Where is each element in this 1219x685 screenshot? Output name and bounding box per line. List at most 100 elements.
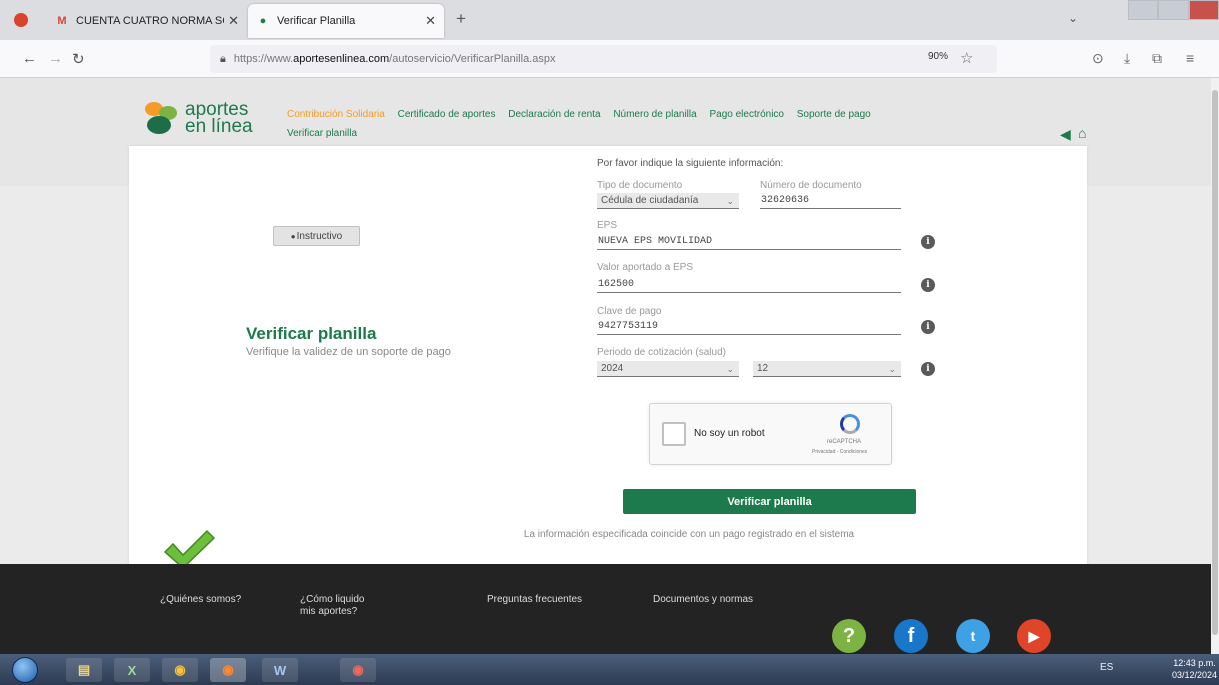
facebook-icon[interactable]: f (894, 619, 928, 653)
browser-nav-bar: ← → ↻ 🔒︎ https://www. aportesenlinea.com /… (0, 40, 1219, 78)
url-bar[interactable]: 🔒︎ https://www. aportesenlinea.com/autose… (210, 45, 997, 73)
gmail-icon: M (57, 15, 67, 27)
captcha-brand: reCAPTCHA (827, 439, 862, 445)
main-card: ● Instructivo Verificar planilla Verifiq… (129, 146, 1087, 598)
instructivo-label: Instructivo (296, 230, 343, 242)
firefox-icon[interactable] (14, 13, 28, 27)
periodo-year-select[interactable]: 2024 ⌄ (597, 361, 739, 377)
site-footer: ¿Quiénes somos? ¿Cómo liquido mis aporte… (0, 564, 1211, 654)
close-tab-icon[interactable]: ✕ (228, 13, 239, 29)
back-arrow-icon[interactable]: ← (22, 50, 37, 67)
doc-type-select[interactable]: Cédula de ciudadanía ⌄ (597, 193, 739, 209)
eps-field[interactable]: NUEVA EPS MOVILIDAD (597, 234, 901, 250)
extensions-icon[interactable]: ⧉ (1152, 50, 1162, 67)
new-tab-plus-icon[interactable]: + (456, 9, 466, 29)
chevron-down-icon: ⌄ (726, 364, 734, 374)
captcha-links[interactable]: Privacidad - Condiciones (812, 449, 867, 455)
clock-date: 03/12/2024 (1172, 670, 1218, 680)
logo-mark-icon (145, 100, 181, 136)
tab-verificar-planilla[interactable]: ● Verificar Planilla ✕ (248, 4, 444, 38)
info-icon[interactable]: i (921, 320, 935, 334)
chrome-profile-icon[interactable]: ◉ (340, 658, 376, 682)
pocket-icon[interactable]: ⊙ (1092, 50, 1104, 67)
captcha-checkbox[interactable] (662, 422, 686, 446)
url-path: /autoservicio/VerificarPlanilla.aspx (389, 53, 556, 65)
periodo-label: Periodo de cotización (salud) (597, 347, 726, 358)
eps-label: EPS (597, 220, 618, 231)
info-icon[interactable]: i (921, 362, 935, 376)
close-tab-icon[interactable]: ✕ (425, 13, 436, 29)
bookmark-star-icon[interactable]: ☆ (960, 49, 973, 67)
language-indicator[interactable]: ES (1100, 662, 1113, 673)
captcha-label: No soy un robot (694, 428, 765, 439)
valor-label: Valor aportado a EPS (597, 262, 693, 273)
nav-soporte-pago[interactable]: Soporte de pago (797, 109, 871, 120)
chrome-icon[interactable]: ◉ (162, 658, 198, 682)
zoom-level[interactable]: 90% (928, 51, 948, 62)
chevron-down-icon: ⌄ (726, 196, 734, 206)
clave-label: Clave de pago (597, 306, 662, 317)
verificar-planilla-button[interactable]: Verificar planilla (623, 489, 916, 514)
doc-type-label: Tipo de documento (597, 180, 683, 191)
start-button[interactable] (12, 657, 38, 683)
nav-numero-planilla[interactable]: Número de planilla (613, 109, 696, 120)
youtube-icon[interactable]: ▶ (1017, 619, 1051, 653)
lock-icon: 🔒︎ (220, 52, 226, 65)
page-title: Verificar planilla (246, 324, 377, 343)
clave-field[interactable]: 9427753119 (597, 319, 901, 335)
doc-number-field[interactable]: 32620636 (760, 193, 901, 209)
aportes-logo[interactable]: aportes en línea (145, 100, 253, 136)
home-icon[interactable]: ⌂ (1078, 125, 1086, 141)
nav-verificar-planilla[interactable]: Verificar planilla (287, 128, 357, 139)
footer-link-preguntas[interactable]: Preguntas frecuentes (487, 594, 582, 606)
clock[interactable]: 12:43 p.m. 03/12/2024 (1172, 657, 1217, 681)
nav-certificado-aportes[interactable]: Certificado de aportes (398, 109, 496, 120)
back-arrow-icon[interactable]: ◀ (1060, 126, 1071, 143)
clock-time: 12:43 p.m. (1173, 658, 1216, 668)
info-icon[interactable]: i (921, 235, 935, 249)
scrollbar-thumb[interactable] (1212, 90, 1218, 635)
web-page: aportes en línea Contribución Solidaria … (0, 78, 1211, 654)
result-message: La información especificada coincide con… (523, 529, 855, 540)
recaptcha-widget: No soy un robot reCAPTCHA Privacidad - C… (649, 403, 892, 465)
chevron-down-icon[interactable]: ⌄ (1068, 11, 1078, 25)
menu-icon[interactable]: ≡ (1186, 50, 1194, 66)
close-window-button[interactable] (1188, 0, 1219, 20)
help-icon[interactable]: ? (832, 619, 866, 653)
footer-link-documentos[interactable]: Documentos y normas (653, 594, 753, 606)
browser-tab-bar: M CUENTA CUATRO NORMA SO ✕ ● Verificar P… (0, 0, 1219, 40)
instructivo-button[interactable]: ● Instructivo (273, 226, 360, 246)
chevron-down-icon: ⌄ (888, 364, 896, 374)
tab-label: Verificar Planilla (277, 15, 356, 27)
url-host: aportesenlinea.com (293, 53, 390, 65)
play-icon: ● (290, 231, 296, 241)
window-controls (1128, 0, 1219, 20)
firefox-taskbar-icon[interactable]: ◉ (210, 658, 246, 682)
logo-text: aportes en línea (185, 99, 253, 137)
excel-icon[interactable]: X (114, 658, 150, 682)
minimize-button[interactable] (1128, 0, 1159, 20)
site-nav: Contribución Solidaria Certificado de ap… (287, 105, 987, 143)
aportes-favicon-icon: ● (259, 15, 267, 27)
nav-contribucion-solidaria[interactable]: Contribución Solidaria (287, 109, 385, 120)
info-icon[interactable]: i (921, 278, 935, 292)
forward-arrow-icon[interactable]: → (48, 50, 63, 67)
doc-number-label: Número de documento (760, 180, 862, 191)
word-icon[interactable]: W (262, 658, 298, 682)
page-subtitle: Verifique la validez de un soporte de pa… (246, 346, 451, 358)
reload-icon[interactable]: ↻ (72, 50, 85, 68)
valor-field[interactable]: 162500 (597, 277, 901, 293)
footer-link-quienes[interactable]: ¿Quiénes somos? (160, 594, 241, 606)
nav-declaracion-renta[interactable]: Declaración de renta (508, 109, 600, 120)
windows-taskbar: ▤ X ◉ ◉ W ◉ ES 12:43 p.m. 03/12/2024 (0, 654, 1219, 685)
maximize-button[interactable] (1158, 0, 1189, 20)
tab-gmail[interactable]: M CUENTA CUATRO NORMA SO ✕ (47, 4, 247, 38)
tab-label: CUENTA CUATRO NORMA SO (76, 15, 225, 27)
nav-pago-electronico[interactable]: Pago electrónico (709, 109, 784, 120)
download-icon[interactable]: ⤓ (1124, 50, 1130, 67)
form-heading: Por favor indique la siguiente informaci… (597, 158, 784, 169)
file-explorer-icon[interactable]: ▤ (66, 658, 102, 682)
twitter-icon[interactable]: t (956, 619, 990, 653)
footer-link-como-liquido[interactable]: ¿Cómo liquido mis aportes? (300, 594, 370, 618)
periodo-month-select[interactable]: 12 ⌄ (753, 361, 901, 377)
